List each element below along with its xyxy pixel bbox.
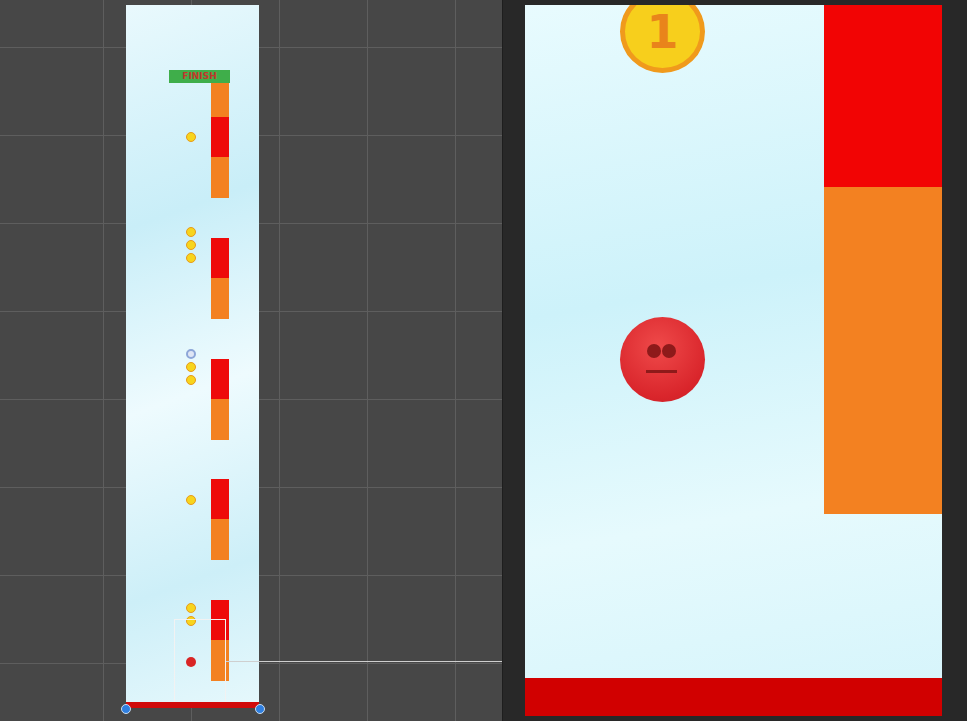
coin[interactable] [186, 132, 196, 142]
coin[interactable] [186, 240, 196, 250]
obstacle-red[interactable] [211, 238, 229, 278]
coin[interactable] [186, 227, 196, 237]
obstacle-orange [824, 187, 942, 514]
obstacle-red [824, 5, 942, 187]
editor: FINISH 1 [0, 0, 967, 721]
floor [525, 678, 942, 716]
obstacle-top[interactable] [211, 83, 229, 117]
game-screen[interactable]: 1 [525, 5, 942, 716]
obstacle-red[interactable] [211, 117, 229, 157]
coin[interactable] [186, 375, 196, 385]
obstacle-orange[interactable] [211, 278, 229, 319]
finish-banner[interactable]: FINISH [169, 70, 230, 83]
coin[interactable] [186, 253, 196, 263]
obstacle-red[interactable] [211, 600, 229, 640]
scene-view[interactable]: FINISH [0, 0, 503, 721]
coin-counter: 1 [620, 5, 705, 73]
game-view: 1 [503, 0, 967, 721]
coin[interactable] [186, 349, 196, 359]
obstacle-orange[interactable] [211, 519, 229, 560]
obstacle-orange[interactable] [211, 399, 229, 440]
obstacle-red[interactable] [211, 359, 229, 399]
coin[interactable] [186, 495, 196, 505]
coin[interactable] [186, 362, 196, 372]
selection-box [174, 619, 226, 706]
face-icon [620, 317, 705, 402]
level-strip: FINISH [126, 5, 259, 706]
obstacle-red[interactable] [211, 479, 229, 519]
obstacle-orange[interactable] [211, 157, 229, 198]
handle[interactable] [255, 704, 265, 714]
coin[interactable] [186, 603, 196, 613]
player[interactable] [186, 657, 196, 667]
player [620, 317, 705, 402]
coin[interactable] [186, 616, 196, 626]
selection-line [226, 661, 502, 662]
handle[interactable] [121, 704, 131, 714]
floor[interactable] [126, 702, 259, 708]
